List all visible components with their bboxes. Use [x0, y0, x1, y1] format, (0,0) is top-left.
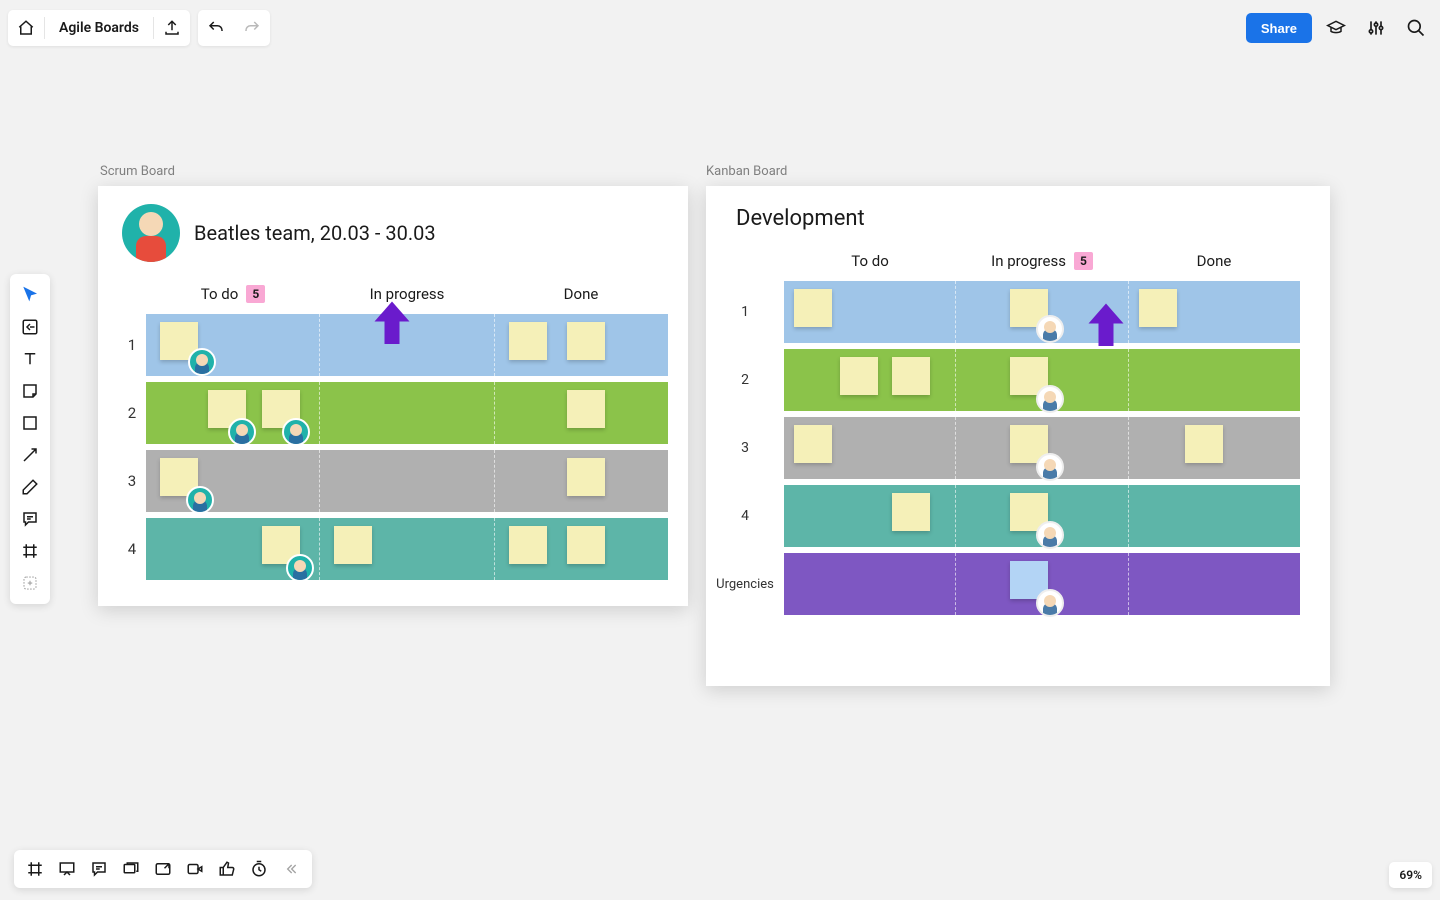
video-icon[interactable] — [180, 854, 210, 884]
scrum-col-todo-badge: 5 — [246, 285, 265, 303]
kanban-board-frame[interactable]: Development To do In progress 5 Done 1 — [706, 186, 1330, 686]
sticky-note[interactable] — [509, 526, 547, 564]
sticky-note[interactable] — [567, 526, 605, 564]
sticky-note[interactable] — [794, 289, 832, 327]
undo-icon[interactable] — [198, 10, 234, 46]
assignee-avatar[interactable] — [228, 418, 256, 446]
kanban-row-urgencies-label: Urgencies — [706, 577, 784, 592]
kanban-board-label: Kanban Board — [706, 164, 787, 179]
shape-tool[interactable] — [13, 408, 47, 438]
graduation-cap-icon[interactable] — [1320, 12, 1352, 44]
sticky-note[interactable] — [794, 425, 832, 463]
timer-icon[interactable] — [244, 854, 274, 884]
home-icon[interactable] — [8, 10, 44, 46]
scrum-row-2-label: 2 — [118, 404, 146, 422]
scrum-row-2[interactable] — [146, 382, 668, 444]
team-avatar — [122, 204, 180, 262]
kanban-row-1-label: 1 — [706, 304, 784, 320]
text-tool[interactable] — [13, 344, 47, 374]
search-icon[interactable] — [1400, 12, 1432, 44]
zoom-level[interactable]: 69% — [1389, 862, 1432, 888]
comments-icon[interactable] — [84, 854, 114, 884]
presentation-icon[interactable] — [52, 854, 82, 884]
assignee-avatar[interactable] — [1036, 453, 1064, 481]
template-tool[interactable] — [13, 312, 47, 342]
kanban-title[interactable]: Development — [736, 206, 865, 231]
redo-icon — [234, 10, 270, 46]
sticky-note[interactable] — [509, 322, 547, 360]
kanban-row-2-label: 2 — [706, 372, 784, 388]
scrum-board-label: Scrum Board — [100, 164, 175, 179]
kanban-col-todo: To do — [784, 252, 956, 270]
scrum-col-todo-label: To do — [201, 285, 239, 303]
assignee-avatar[interactable] — [1036, 589, 1064, 617]
scrum-board-frame[interactable]: Beatles team, 20.03 - 30.03 To do 5 In p… — [98, 186, 688, 606]
export-icon[interactable] — [154, 10, 190, 46]
sticky-note-tool[interactable] — [13, 376, 47, 406]
scrum-title[interactable]: Beatles team, 20.03 - 30.03 — [194, 221, 436, 245]
cursor-tool[interactable] — [13, 280, 47, 310]
scrum-row-3[interactable] — [146, 450, 668, 512]
sticky-note[interactable] — [840, 357, 878, 395]
board-title[interactable]: Agile Boards — [45, 20, 153, 36]
scrum-col-todo: To do 5 — [146, 285, 320, 303]
scrum-row-4[interactable] — [146, 518, 668, 580]
arrow-up-icon[interactable] — [362, 284, 422, 368]
left-toolbar — [10, 274, 50, 604]
topbar: Agile Boards Share — [8, 10, 1432, 46]
comment-tool[interactable] — [13, 504, 47, 534]
assignee-avatar[interactable] — [186, 486, 214, 514]
kanban-row-3[interactable] — [784, 417, 1300, 479]
kanban-row-4-label: 4 — [706, 508, 784, 524]
scrum-col-done-label: Done — [564, 285, 599, 303]
kanban-row-1[interactable] — [784, 281, 1300, 343]
kanban-col-done-label: Done — [1197, 252, 1232, 270]
sticky-note[interactable] — [567, 322, 605, 360]
line-arrow-tool[interactable] — [13, 440, 47, 470]
kanban-row-3-label: 3 — [706, 440, 784, 456]
more-tools[interactable] — [13, 568, 47, 598]
kanban-row-2[interactable] — [784, 349, 1300, 411]
cards-icon[interactable] — [116, 854, 146, 884]
sticky-note[interactable] — [892, 493, 930, 531]
kanban-col-todo-label: To do — [851, 252, 889, 270]
pen-tool[interactable] — [13, 472, 47, 502]
thumbs-up-icon[interactable] — [212, 854, 242, 884]
sticky-note[interactable] — [334, 526, 372, 564]
kanban-row-4[interactable] — [784, 485, 1300, 547]
assignee-avatar[interactable] — [188, 348, 216, 376]
scrum-row-1-label: 1 — [118, 336, 146, 354]
frames-icon[interactable] — [20, 854, 50, 884]
kanban-row-urgencies[interactable] — [784, 553, 1300, 615]
kanban-col-done: Done — [1128, 252, 1300, 270]
assignee-avatar[interactable] — [286, 554, 314, 582]
scrum-row-4-label: 4 — [118, 540, 146, 558]
embed-icon[interactable] — [148, 854, 178, 884]
sticky-note[interactable] — [567, 458, 605, 496]
scrum-col-done: Done — [494, 285, 668, 303]
share-button[interactable]: Share — [1246, 13, 1312, 43]
bottom-toolbar — [14, 850, 312, 888]
settings-sliders-icon[interactable] — [1360, 12, 1392, 44]
sticky-note[interactable] — [567, 390, 605, 428]
assignee-avatar[interactable] — [282, 418, 310, 446]
assignee-avatar[interactable] — [1036, 315, 1064, 343]
assignee-avatar[interactable] — [1036, 385, 1064, 413]
sticky-note[interactable] — [1185, 425, 1223, 463]
frame-tool[interactable] — [13, 536, 47, 566]
arrow-up-icon[interactable] — [1076, 286, 1136, 370]
kanban-col-inprogress-badge: 5 — [1074, 252, 1093, 270]
sticky-note[interactable] — [892, 357, 930, 395]
assignee-avatar[interactable] — [1036, 521, 1064, 549]
kanban-col-inprogress-label: In progress — [991, 252, 1066, 270]
scrum-row-3-label: 3 — [118, 472, 146, 490]
collapse-icon[interactable] — [276, 854, 306, 884]
kanban-col-inprogress: In progress 5 — [956, 252, 1128, 270]
sticky-note[interactable] — [1139, 289, 1177, 327]
